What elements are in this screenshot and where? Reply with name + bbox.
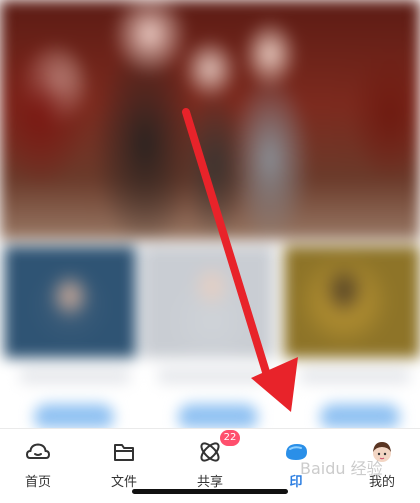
- card-button: [34, 404, 114, 428]
- card-button: [320, 404, 400, 428]
- tab-share-label: 共享: [196, 475, 223, 490]
- banner-image: [0, 0, 420, 240]
- blurred-content: [0, 0, 420, 428]
- tab-files-label: 文件: [110, 475, 137, 490]
- card-title-placeholder: [300, 368, 410, 384]
- tab-home[interactable]: 首页: [3, 439, 73, 490]
- watermark: Baidu 经验: [300, 459, 383, 478]
- card-title-placeholder: [158, 368, 268, 384]
- tab-files[interactable]: 文件: [89, 439, 159, 490]
- home-icon: [25, 439, 51, 465]
- content-card-image: [284, 246, 420, 358]
- share-count-badge: 22: [220, 430, 240, 446]
- content-card-image: [142, 246, 274, 358]
- tab-home-label: 首页: [24, 475, 51, 490]
- folder-icon: [111, 439, 137, 465]
- card-title-placeholder: [20, 368, 130, 384]
- home-indicator: [132, 489, 288, 494]
- card-button: [178, 404, 258, 428]
- tab-share[interactable]: 共享: [175, 439, 245, 490]
- content-card-image: [4, 246, 136, 358]
- share-icon: [197, 439, 223, 465]
